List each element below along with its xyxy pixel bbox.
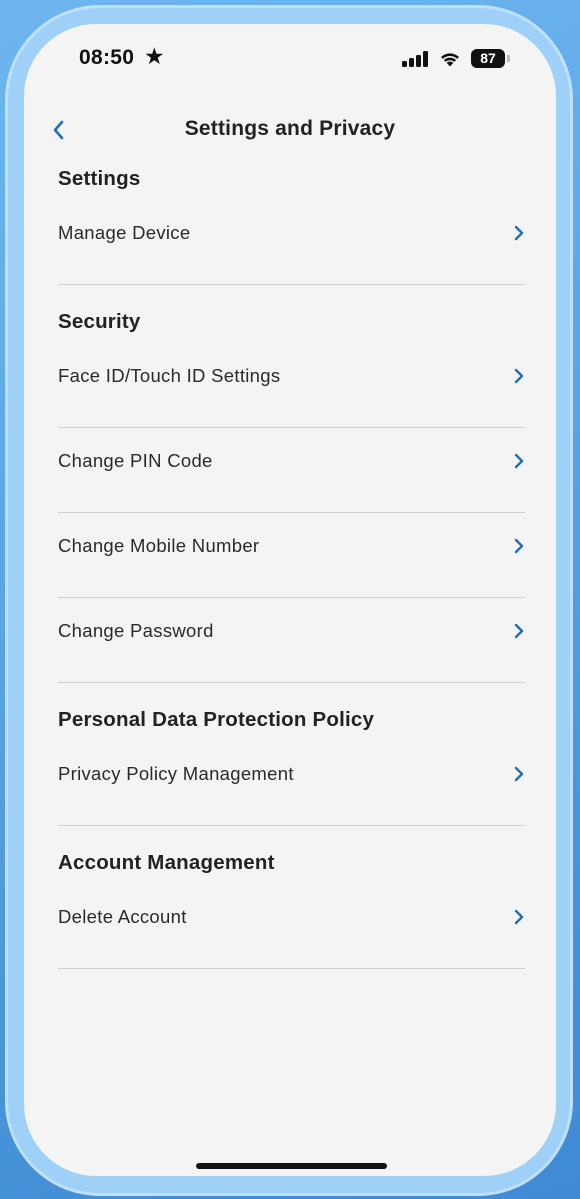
section-header-personal-data-protection-policy: Personal Data Protection Policy [58,708,375,731]
chevron-right-icon [514,368,524,384]
row-label: Manage Device [58,222,191,243]
row-change-password[interactable]: Change Password [58,598,525,683]
row-label: Face ID/Touch ID Settings [58,365,281,386]
status-bar: 08:50 ★ 87 [24,24,556,94]
chevron-right-icon [514,453,524,469]
status-time: 08:50 [79,46,135,69]
battery-icon: 87 [471,49,511,69]
screen: 08:50 ★ 87 Settings and Privacy Settings [24,24,556,1176]
chevron-right-icon [514,623,524,639]
row-face-id-touch-id-settings[interactable]: Face ID/Touch ID Settings [58,343,525,428]
row-change-pin-code[interactable]: Change PIN Code [58,428,525,513]
wifi-icon [441,53,459,67]
home-indicator[interactable] [196,1163,387,1169]
row-privacy-policy-management[interactable]: Privacy Policy Management [58,741,525,826]
settings-list: Settings Manage Device Security Face ID/… [58,164,525,969]
row-label: Delete Account [58,906,187,927]
row-label: Change Password [58,620,214,641]
section-header-account-management: Account Management [58,851,275,874]
star-icon: ★ [144,43,165,69]
section-header-security: Security [58,310,141,333]
chevron-right-icon [514,225,524,241]
row-manage-device[interactable]: Manage Device [58,200,525,285]
page-title: Settings and Privacy [184,117,396,140]
chevron-right-icon [514,909,524,925]
nav-bar: Settings and Privacy [24,112,556,152]
chevron-right-icon [514,538,524,554]
row-label: Change PIN Code [58,450,213,471]
row-label: Change Mobile Number [58,535,260,556]
battery-level: 87 [471,49,505,68]
row-change-mobile-number[interactable]: Change Mobile Number [58,513,525,598]
row-delete-account[interactable]: Delete Account [58,884,525,969]
chevron-right-icon [514,766,524,782]
row-label: Privacy Policy Management [58,763,294,784]
cellular-signal-icon [402,51,432,67]
section-header-settings: Settings [58,167,141,190]
